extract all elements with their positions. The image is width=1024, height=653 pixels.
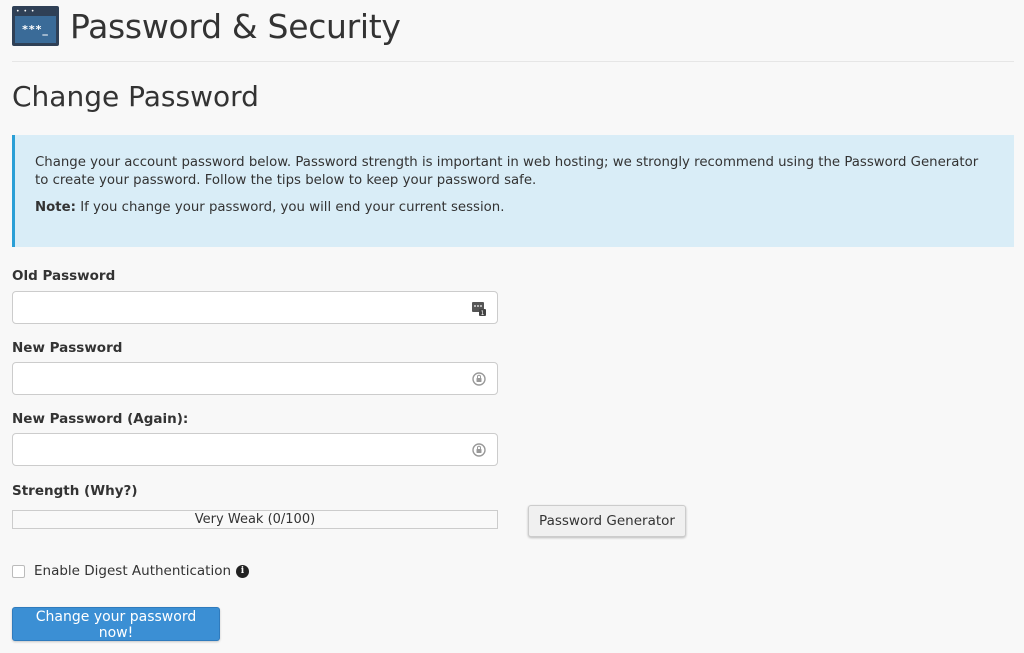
info-icon[interactable]: i — [236, 564, 250, 578]
new-password-again-field[interactable] — [12, 433, 498, 466]
page-title: Password & Security — [70, 6, 401, 46]
new-password-again-label: New Password (Again): — [12, 411, 189, 427]
header-divider — [12, 61, 1014, 62]
lock-refresh-icon — [472, 443, 486, 457]
strength-label: Strength (Why?) — [12, 483, 138, 499]
new-password-label: New Password — [12, 340, 123, 356]
old-password-field[interactable]: 1 — [12, 291, 498, 324]
callout-note: Note: If you change your password, you w… — [35, 200, 505, 215]
strength-meter: Very Weak (0/100) — [12, 510, 498, 529]
old-password-label: Old Password — [12, 268, 116, 284]
section-title: Change Password — [12, 80, 259, 113]
page-header: • • • ***_ Password & Security — [12, 6, 401, 46]
password-generator-button[interactable]: Password Generator — [528, 505, 686, 537]
svg-text:1: 1 — [481, 310, 485, 316]
change-password-button[interactable]: Change your password now! — [12, 607, 220, 641]
digest-auth-row: Enable Digest Authentication i — [12, 563, 250, 579]
old-password-input[interactable] — [13, 292, 473, 323]
lock-refresh-icon — [472, 372, 486, 386]
callout-text: Change your account password below. Pass… — [35, 155, 979, 188]
password-security-icon: • • • ***_ — [12, 6, 59, 46]
password-manager-icon[interactable]: 1 — [471, 300, 487, 316]
digest-auth-label[interactable]: Enable Digest Authentication — [34, 563, 231, 579]
digest-auth-checkbox[interactable] — [12, 564, 25, 578]
new-password-again-input[interactable] — [13, 434, 473, 465]
new-password-field[interactable] — [12, 362, 498, 395]
info-callout: Change your account password below. Pass… — [12, 135, 1014, 247]
strength-text: Very Weak (0/100) — [194, 512, 316, 527]
new-password-input[interactable] — [13, 363, 473, 394]
